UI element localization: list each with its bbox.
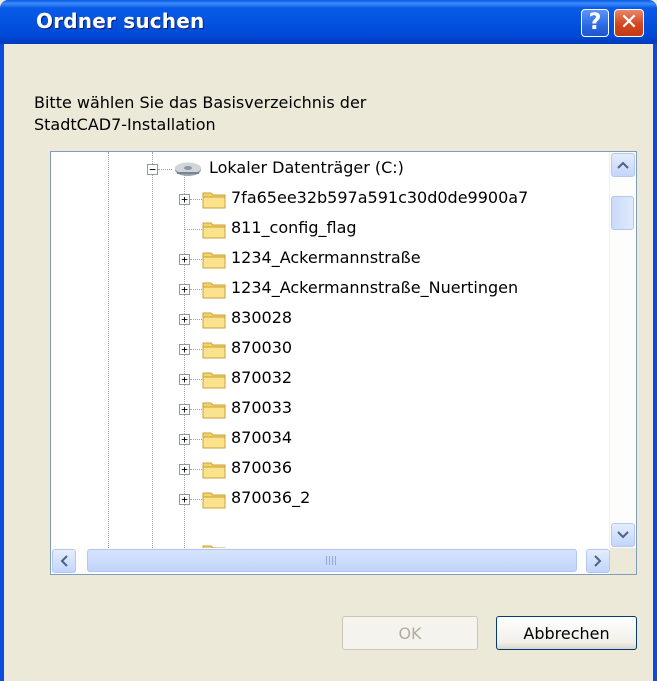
horizontal-scroll-thumb[interactable] xyxy=(87,549,577,572)
vertical-scrollbar[interactable] xyxy=(609,152,636,548)
tree-connector xyxy=(190,259,202,260)
tree-item-label: 7fa65ee32b597a591c30d0de9900a7 xyxy=(231,188,529,207)
tree-item-label: 1234_Ackermannstraße_Nuertingen xyxy=(231,278,519,297)
tree-connector xyxy=(190,349,202,350)
expand-toggle[interactable]: + xyxy=(179,374,190,385)
cancel-button[interactable]: Abbrechen xyxy=(496,616,637,650)
folder-icon xyxy=(202,252,226,269)
tree-item-folder[interactable]: + 7fa65ee32b597a591c30d0de9900a7 xyxy=(51,184,611,214)
expand-toggle[interactable]: + xyxy=(179,494,190,505)
tree-item-folder[interactable]: + 870030 xyxy=(51,334,611,364)
expand-toggle[interactable]: + xyxy=(179,194,190,205)
scroll-down-button[interactable] xyxy=(611,523,635,547)
title-bar[interactable]: Ordner suchen ? ✕ xyxy=(0,0,657,44)
tree-item-label: 811_config_flag xyxy=(231,218,357,237)
folder-icon xyxy=(202,432,226,449)
tree-item-label: 870034 xyxy=(231,428,293,447)
dialog-title: Ordner suchen xyxy=(36,9,205,33)
tree-item-label: 870036 xyxy=(231,458,293,477)
tree-item-drive-c[interactable]: − Lokaler Datenträger (C:) xyxy=(51,154,611,184)
folder-icon xyxy=(202,492,226,509)
help-button[interactable]: ? xyxy=(581,9,609,37)
tree-item-folder[interactable]: + 870032 xyxy=(51,364,611,394)
tree-connector xyxy=(190,469,202,470)
tree-connector xyxy=(190,439,202,440)
tree-item-folder[interactable]: 811_config_flag xyxy=(51,214,611,244)
expand-toggle[interactable]: + xyxy=(179,434,190,445)
tree-connector xyxy=(190,499,202,500)
folder-icon xyxy=(202,372,226,389)
grip-icon xyxy=(326,556,338,565)
folder-icon xyxy=(202,342,226,359)
expand-toggle[interactable]: + xyxy=(179,254,190,265)
vertical-scroll-thumb[interactable] xyxy=(611,196,634,230)
collapse-toggle[interactable]: − xyxy=(147,164,158,175)
folder-browse-dialog: Ordner suchen ? ✕ Bitte wählen Sie das B… xyxy=(0,0,657,681)
chevron-up-icon xyxy=(617,161,629,169)
tree-connector xyxy=(190,379,202,380)
folder-icon xyxy=(202,192,226,209)
tree-item-label: 870032 xyxy=(231,368,293,387)
close-icon: ✕ xyxy=(619,10,639,35)
drive-icon xyxy=(175,162,201,176)
tree-item-label: 870030 xyxy=(231,338,293,357)
scrollbar-corner xyxy=(610,548,636,574)
tree-item-folder[interactable]: + 830028 xyxy=(51,304,611,334)
tree-item-label: Lokaler Datenträger (C:) xyxy=(209,158,404,177)
tree-item-folder[interactable]: + 870034 xyxy=(51,424,611,454)
tree-item-label: 870036_2 xyxy=(231,488,311,507)
expand-toggle[interactable]: + xyxy=(179,314,190,325)
tree-item-folder[interactable]: + 1234_Ackermannstraße_Nuertingen xyxy=(51,274,611,304)
tree-item-folder[interactable]: + 870036 xyxy=(51,454,611,484)
tree-item-folder[interactable]: + 870033 xyxy=(51,394,611,424)
chevron-down-icon xyxy=(617,531,629,539)
expand-toggle[interactable]: + xyxy=(179,344,190,355)
tree-connector xyxy=(190,199,202,200)
folder-tree[interactable]: − Lokaler Datenträger (C:) + 7fa65ee32b5… xyxy=(50,151,637,575)
tree-connector xyxy=(184,229,202,230)
folder-icon xyxy=(202,462,226,479)
scroll-right-button[interactable] xyxy=(586,549,610,573)
tree-connector xyxy=(158,169,172,170)
window-frame-left xyxy=(0,44,4,681)
tree-item-folder[interactable]: + 1234_Ackermannstraße xyxy=(51,244,611,274)
expand-toggle[interactable]: + xyxy=(179,404,190,415)
close-button[interactable]: ✕ xyxy=(614,9,644,37)
window-frame-right xyxy=(653,44,657,681)
tree-item-label: 1234_Ackermannstraße xyxy=(231,248,421,267)
tree-content: − Lokaler Datenträger (C:) + 7fa65ee32b5… xyxy=(51,152,611,548)
question-icon: ? xyxy=(588,10,602,35)
expand-toggle[interactable]: + xyxy=(179,464,190,475)
tree-item-label: 870033 xyxy=(231,398,293,417)
chevron-left-icon xyxy=(60,555,68,567)
tree-item-folder[interactable]: + 870036_2 xyxy=(51,484,611,514)
horizontal-scrollbar[interactable] xyxy=(51,548,611,574)
tree-connector xyxy=(190,289,202,290)
chevron-right-icon xyxy=(594,555,602,567)
tree-connector xyxy=(190,409,202,410)
folder-icon xyxy=(202,402,226,419)
scroll-up-button[interactable] xyxy=(611,153,635,177)
ok-button[interactable]: OK xyxy=(342,616,478,650)
tree-item-label: 830028 xyxy=(231,308,293,327)
scroll-left-button[interactable] xyxy=(52,549,76,573)
folder-icon xyxy=(202,222,226,239)
expand-toggle[interactable]: + xyxy=(179,284,190,295)
instruction-text: Bitte wählen Sie das Basisverzeichnis de… xyxy=(34,93,367,134)
tree-connector xyxy=(190,319,202,320)
folder-icon xyxy=(202,312,226,329)
folder-icon xyxy=(202,282,226,299)
